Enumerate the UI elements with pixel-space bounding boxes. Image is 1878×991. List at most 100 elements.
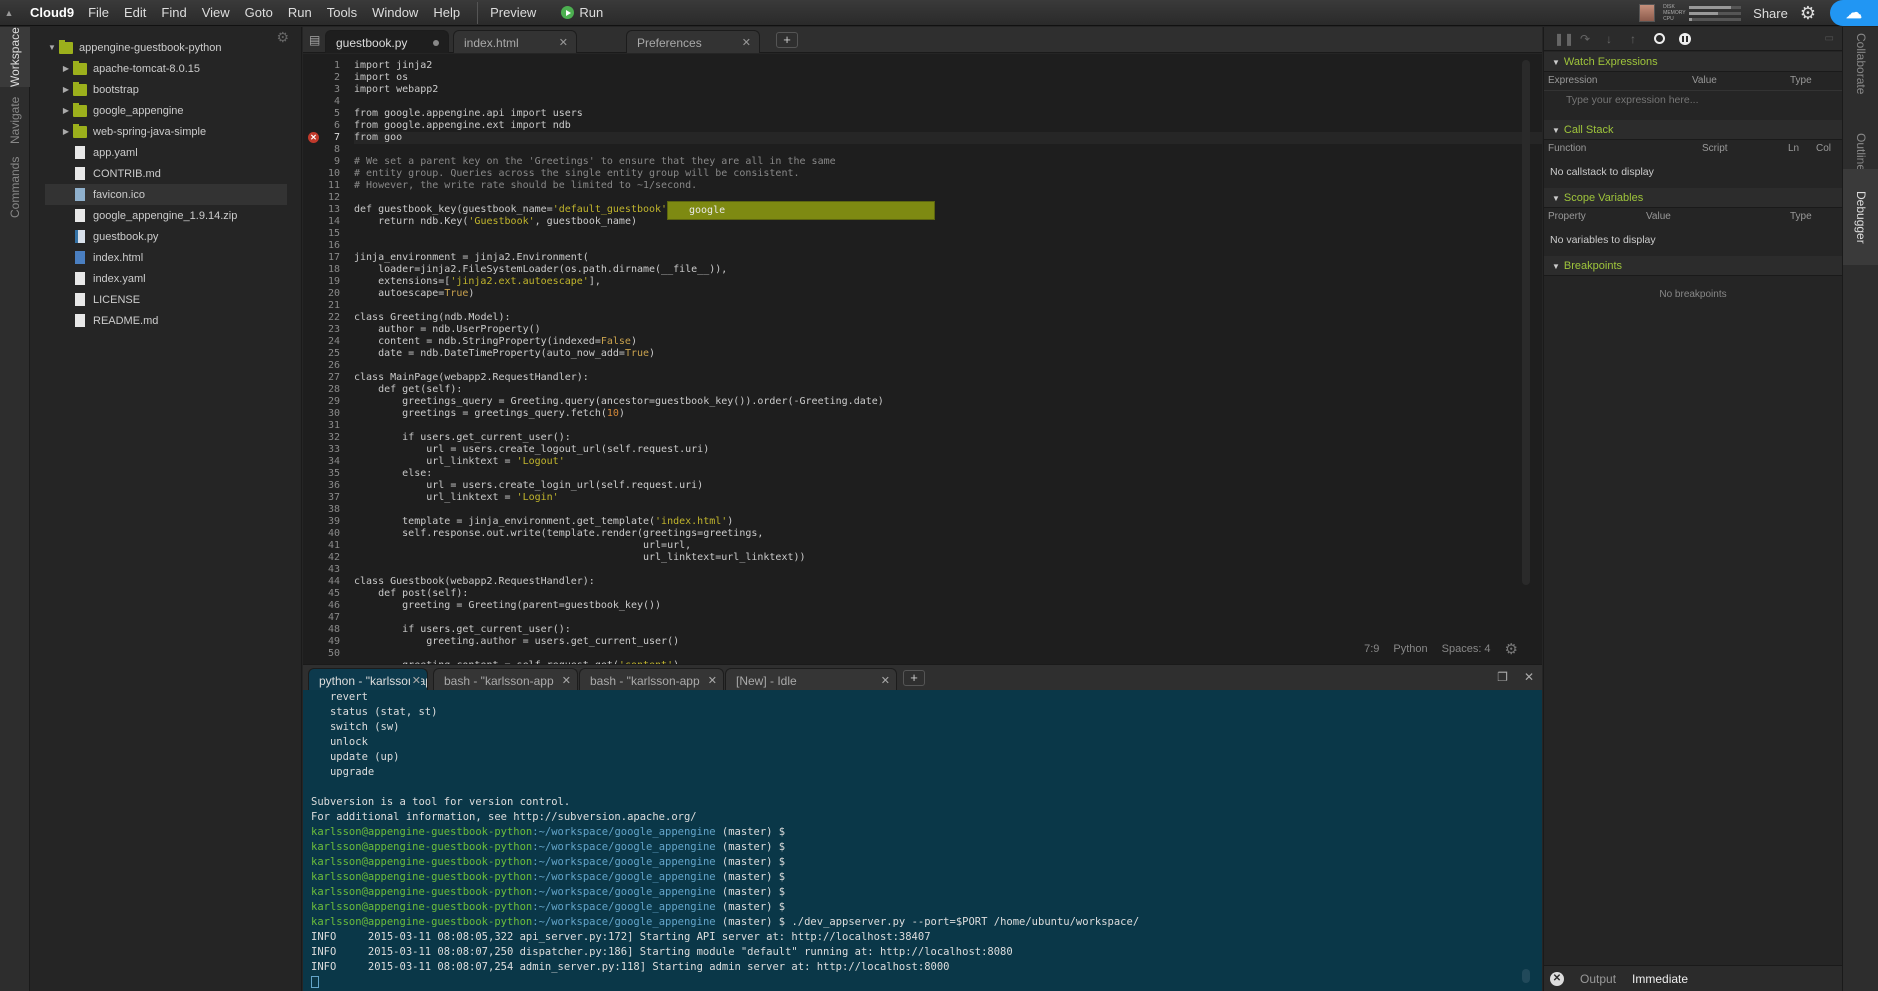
tree-folder[interactable]: ▶ google_appengine [45,100,287,121]
line-number[interactable]: 46 [303,600,343,612]
line-number[interactable]: 30 [303,408,343,420]
terminal-output[interactable]: revert status (stat, st) switch (sw) unl… [303,690,1542,991]
line-number[interactable]: 12 [303,192,343,204]
line-number[interactable]: 26 [303,360,343,372]
line-number[interactable]: 21 [303,300,343,312]
code-lines[interactable]: import jinja2 import os import webapp2 f… [354,60,1542,672]
line-number[interactable]: 43 [303,564,343,576]
line-number[interactable]: 32 [303,432,343,444]
line-number[interactable]: 31 [303,420,343,432]
terminal-tab-bash-1[interactable]: bash - "karlsson-app ✕ [433,668,578,691]
resource-meters[interactable]: DISK MEMORY CPU [1663,4,1742,22]
menu-help[interactable]: Help [433,5,460,20]
tab-index-html[interactable]: index.html ✕ [453,30,577,53]
tab-workspace[interactable]: Workspace [0,27,30,87]
expand-arrow-icon[interactable]: ▼ [45,43,59,52]
cursor-position[interactable]: 7:9 [1364,643,1379,655]
cloud9-brand-menu[interactable]: Cloud9 [30,5,74,20]
tree-folder[interactable]: ▶ apache-tomcat-8.0.15 [45,58,287,79]
expand-arrow-icon[interactable]: ▶ [59,127,73,136]
menu-view[interactable]: View [202,5,230,20]
scope-variables-header[interactable]: ▼ Scope Variables [1544,188,1842,208]
pause-on-exceptions-icon[interactable] [1679,32,1691,45]
close-tab-icon[interactable]: ✕ [705,674,717,687]
line-number[interactable]: 25 [303,348,343,360]
gear-icon[interactable]: ⚙ [1800,3,1816,24]
tab-output[interactable]: Output [1580,972,1616,986]
line-number[interactable]: 44 [303,576,343,588]
resume-icon[interactable]: ❚❚ [1554,32,1574,46]
tree-root-folder[interactable]: ▼ appengine-guestbook-python [45,37,287,58]
run-button[interactable]: Run [561,5,603,20]
tab-collaborate[interactable]: Collaborate [1843,27,1878,101]
new-terminal-button[interactable]: + [903,670,925,686]
line-number[interactable]: 15 [303,228,343,240]
line-number[interactable]: 14 [303,216,343,228]
new-tab-button[interactable]: + [776,32,798,48]
line-number[interactable]: 8 [303,144,343,156]
tree-file[interactable]: LICENSE [45,289,287,310]
tab-menu-icon[interactable]: ▤ [309,33,320,47]
tree-file[interactable]: guestbook.py [45,226,287,247]
collapse-menu-icon[interactable]: ▲ [0,8,18,18]
line-number[interactable]: 19 [303,276,343,288]
close-console-icon[interactable]: ✕ [1550,971,1564,986]
menu-window[interactable]: Window [372,5,418,20]
line-number[interactable]: 28 [303,384,343,396]
line-number[interactable]: 10 [303,168,343,180]
line-number[interactable]: 24 [303,336,343,348]
close-panel-icon[interactable]: ✕ [1524,670,1534,684]
line-number[interactable]: 48 [303,624,343,636]
line-number[interactable]: 36 [303,480,343,492]
debugger-dropdown-icon[interactable]: ▭ [1825,33,1834,44]
line-number[interactable]: 50 [303,648,343,660]
line-number[interactable]: 27 [303,372,343,384]
line-number[interactable]: 9 [303,156,343,168]
tab-navigate[interactable]: Navigate [0,89,30,151]
call-stack-header[interactable]: ▼ Call Stack [1544,120,1842,140]
error-icon[interactable]: ✕ [308,132,319,143]
terminal-tab-new-idle[interactable]: [New] - Idle ✕ [725,668,897,691]
line-number[interactable]: 47 [303,612,343,624]
restore-window-icon[interactable]: ❐ [1497,670,1508,684]
breakpoints-header[interactable]: ▼ Breakpoints [1544,256,1842,276]
line-number[interactable]: 11 [303,180,343,192]
menu-tools[interactable]: Tools [327,5,357,20]
line-number[interactable]: 22 [303,312,343,324]
tree-file[interactable]: README.md [45,310,287,331]
line-number[interactable]: 13 [303,204,343,216]
step-out-icon[interactable]: ↑ [1626,32,1640,46]
line-number[interactable]: 6 [303,120,343,132]
deactivate-breakpoints-icon[interactable] [1654,33,1665,44]
menu-run[interactable]: Run [288,5,312,20]
tree-file[interactable]: index.yaml [45,268,287,289]
line-number[interactable]: 37 [303,492,343,504]
line-number[interactable]: 3 [303,84,343,96]
tree-file[interactable]: index.html [45,247,287,268]
tree-file[interactable]: CONTRIB.md [45,163,287,184]
watch-expressions-header[interactable]: ▼ Watch Expressions [1544,52,1842,72]
line-number[interactable]: 49 [303,636,343,648]
tab-guestbook-py[interactable]: guestbook.py [325,30,449,53]
tree-file[interactable]: app.yaml [45,142,287,163]
line-number[interactable]: 17 [303,252,343,264]
line-number[interactable]: 38 [303,504,343,516]
tab-immediate[interactable]: Immediate [1632,972,1688,986]
expand-arrow-icon[interactable]: ▶ [59,106,73,115]
menu-edit[interactable]: Edit [124,5,146,20]
line-number[interactable]: 5 [303,108,343,120]
expand-arrow-icon[interactable]: ▶ [59,85,73,94]
modified-dot-icon[interactable] [433,40,439,46]
indent-setting[interactable]: Spaces: 4 [1442,643,1491,655]
close-tab-icon[interactable]: ✕ [742,36,751,49]
line-number[interactable]: 23 [303,324,343,336]
line-number[interactable]: 34 [303,456,343,468]
line-number[interactable]: 33 [303,444,343,456]
line-number[interactable]: 40 [303,528,343,540]
editor-settings-gear-icon[interactable]: ⚙ [1505,640,1518,658]
line-number[interactable]: 16 [303,240,343,252]
cloud9-logo-icon[interactable]: ☁ [1830,0,1878,26]
tab-debugger[interactable]: Debugger [1843,169,1878,265]
preview-button[interactable]: Preview [490,5,536,20]
language-mode[interactable]: Python [1393,643,1427,655]
